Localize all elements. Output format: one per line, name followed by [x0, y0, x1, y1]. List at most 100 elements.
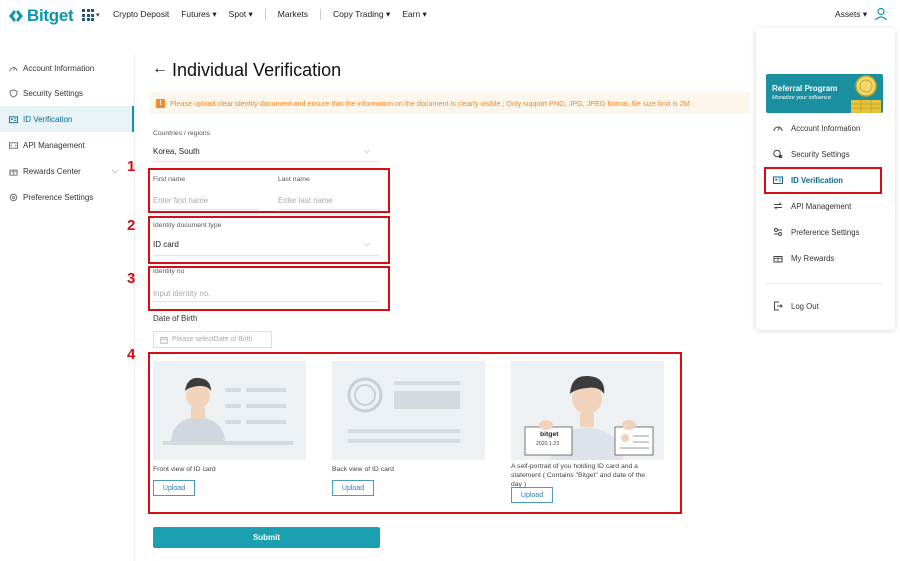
- chevron-down-icon[interactable]: ⌵: [364, 146, 370, 156]
- annotation-number-4: 4: [127, 346, 136, 363]
- speedometer-icon: [9, 66, 18, 71]
- first-name-input[interactable]: Enter first name: [153, 196, 208, 205]
- dropdown-item-label: ID Verification: [791, 175, 843, 185]
- speedometer-icon: [773, 126, 783, 132]
- dropdown-item-id-verification[interactable]: ID Verification: [766, 167, 882, 193]
- upload-front-button[interactable]: Upload: [153, 480, 195, 496]
- sidebar-item-api-management[interactable]: API Management: [0, 132, 134, 158]
- first-name-label: First name: [153, 176, 186, 183]
- nav-futures[interactable]: Futures ▾: [181, 9, 216, 20]
- front-id-card-illustration: [153, 361, 306, 460]
- doc-type-underline: [153, 255, 379, 256]
- country-underline: [153, 161, 379, 162]
- id-no-input[interactable]: Input identity no.: [153, 289, 210, 298]
- referral-banner[interactable]: Referral Program Monetize your influence: [766, 74, 883, 113]
- upload-selfie-button[interactable]: Upload: [511, 487, 553, 503]
- gear-icon: [9, 193, 18, 201]
- selfie-card-brand: bitget: [540, 431, 559, 438]
- dob-label: Date of Birth: [153, 314, 198, 323]
- annotation-number-1: 1: [127, 158, 136, 175]
- back-arrow-icon[interactable]: ←: [152, 60, 168, 78]
- sidebar-item-label: Preference Settings: [23, 192, 94, 202]
- calendar-icon: [160, 336, 168, 344]
- id-no-label: Identity no: [153, 268, 185, 275]
- dropdown-item-label: Preference Settings: [791, 227, 860, 237]
- sidebar-item-label: ID Verification: [23, 114, 73, 124]
- nav-earn[interactable]: Earn ▾: [402, 9, 427, 20]
- chevron-down-icon[interactable]: ⌵: [364, 239, 370, 249]
- sidebar-item-label: API Management: [23, 140, 85, 150]
- doc-type-select[interactable]: ID card: [153, 240, 179, 249]
- last-name-input[interactable]: Enter last name: [278, 196, 333, 205]
- sidebar-item-account-information[interactable]: Account Information: [0, 55, 134, 81]
- sidebar-item-label: Security Settings: [23, 88, 84, 98]
- id-card-icon: [9, 115, 18, 123]
- front-caption: Front view of ID card: [153, 466, 216, 473]
- page-title: Individual Verification: [172, 60, 342, 80]
- first-name-underline: [153, 209, 259, 210]
- dob-input[interactable]: Please selectDate of Birth: [153, 331, 272, 348]
- sidebar-item-id-verification[interactable]: ID Verification: [0, 106, 134, 132]
- api-icon: [9, 141, 18, 149]
- bitget-logo[interactable]: Bitget: [8, 6, 74, 26]
- nav-spot[interactable]: Spot ▾: [229, 9, 253, 20]
- user-icon[interactable]: [874, 7, 888, 26]
- main-nav: Crypto Deposit Futures ▾ Spot ▾ Markets …: [113, 9, 439, 20]
- dropdown-item-account-information[interactable]: Account Information: [766, 115, 882, 141]
- sidebar-item-security-settings[interactable]: Security Settings: [0, 80, 134, 106]
- nav-crypto-deposit[interactable]: Crypto Deposit: [113, 9, 169, 20]
- apps-grid-icon[interactable]: [82, 9, 94, 21]
- id-no-underline: [153, 301, 379, 302]
- selfie-caption: A self-portrait of you holding ID card a…: [511, 463, 646, 488]
- dob-placeholder: Please selectDate of Birth: [172, 336, 253, 343]
- warning-icon: !: [156, 98, 165, 108]
- back-id-card-illustration: [332, 361, 485, 460]
- annotation-number-2: 2: [127, 217, 136, 234]
- sidebar-item-rewards-center[interactable]: Rewards Center ⌵: [0, 158, 134, 184]
- country-label: Countries / regions: [153, 130, 211, 137]
- dropdown-item-log-out[interactable]: Log Out: [766, 293, 882, 319]
- upload-notice: ! Please upload clear identity document …: [150, 92, 750, 114]
- notice-text: Please upload clear identity document an…: [170, 98, 690, 108]
- nav-copy-trading[interactable]: Copy Trading ▾: [333, 9, 390, 20]
- logout-label: Log Out: [791, 301, 819, 311]
- selfie-illustration: bitget 2020.1.23: [511, 361, 664, 460]
- sidebar-item-label: Account Information: [23, 63, 95, 73]
- dropdown-item-label: API Management: [791, 201, 852, 211]
- apps-caret-icon[interactable]: ▾: [96, 11, 100, 19]
- annotation-number-3: 3: [127, 270, 136, 287]
- dropdown-item-api-management[interactable]: API Management: [766, 193, 882, 219]
- dropdown-item-preference-settings[interactable]: Preference Settings: [766, 219, 882, 245]
- submit-button[interactable]: Submit: [153, 527, 380, 548]
- sliders-icon: [774, 228, 782, 236]
- assets-menu[interactable]: Assets ▾: [835, 9, 867, 20]
- nav-divider: [320, 9, 322, 20]
- dropdown-item-security-settings[interactable]: Security Settings: [766, 141, 882, 167]
- dropdown-item-label: Security Settings: [791, 149, 850, 159]
- logout-icon: [774, 301, 783, 311]
- country-select[interactable]: Korea, South: [153, 147, 200, 156]
- dropdown-item-label: My Rewards: [791, 253, 835, 263]
- dropdown-item-my-rewards[interactable]: My Rewards: [766, 245, 882, 271]
- doc-type-label: Identity document type: [153, 222, 222, 229]
- id-card-icon: [773, 176, 783, 184]
- lock-settings-icon: [773, 149, 783, 159]
- back-caption: Back view of ID card: [332, 466, 394, 473]
- gift-icon: [9, 169, 18, 176]
- nav-divider: [264, 9, 266, 20]
- sidebar-item-label: Rewards Center: [23, 166, 81, 176]
- annotation-box-1: [148, 168, 390, 213]
- last-name-label: Last name: [278, 176, 310, 183]
- chevron-down-icon[interactable]: ⌵: [112, 166, 118, 176]
- gift-icon: [773, 256, 783, 263]
- sidebar-item-preference-settings[interactable]: Preference Settings: [0, 184, 134, 210]
- api-icon: [773, 202, 783, 210]
- upload-back-button[interactable]: Upload: [332, 480, 374, 496]
- banner-subtitle: Monetize your influence: [772, 95, 832, 101]
- coin-icon: [851, 75, 881, 113]
- dropdown-divider: [766, 283, 882, 284]
- dropdown-item-label: Account Information: [791, 123, 861, 133]
- nav-markets[interactable]: Markets: [278, 9, 308, 20]
- last-name-underline: [278, 209, 382, 210]
- bitget-logo-icon: [9, 10, 23, 22]
